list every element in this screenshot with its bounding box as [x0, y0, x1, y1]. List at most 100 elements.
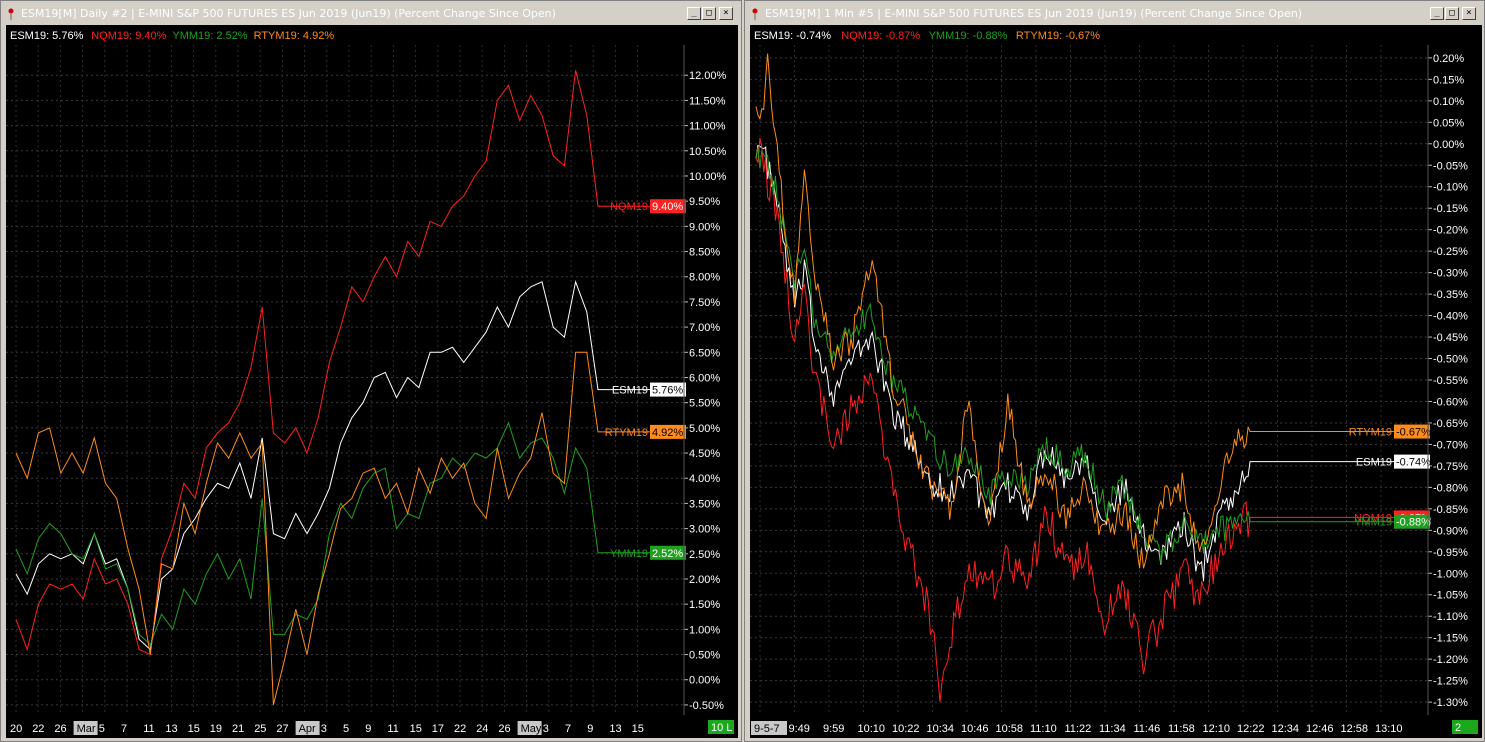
y-tick-label: 1.50%	[689, 599, 720, 611]
chart-canvas-daily[interactable]: 12.00% 11.50% 11.00% 10.50% 10.00% 9.50% 9.00%…	[6, 25, 738, 738]
series-end-name: RTYM19	[605, 427, 648, 439]
x-tick-label: May	[521, 723, 542, 735]
x-tick-label: 11	[143, 723, 154, 735]
x-tick-label: 21	[232, 723, 244, 735]
minimize-button[interactable]: _	[1430, 7, 1444, 20]
y-tick-label: 6.50%	[689, 347, 720, 359]
y-tick-label: 4.00%	[689, 473, 720, 485]
y-tick-label: 5.00%	[689, 423, 720, 435]
x-tick-label: 15	[188, 723, 200, 735]
y-tick-label: -0.95%	[1433, 547, 1468, 559]
series-end-name: ESM19	[612, 385, 648, 397]
x-tick-label: 9	[365, 723, 371, 735]
y-tick-label: 5.50%	[689, 398, 720, 410]
y-tick-label: -1.00%	[1433, 568, 1468, 580]
window-titlebar[interactable]: ESM19[M] 1 Min #5 | E-MINI S&P 500 FUTUR…	[747, 5, 1482, 23]
y-tick-label: 8.00%	[689, 272, 720, 284]
x-tick-label: 11:34	[1099, 723, 1126, 735]
y-tick-label: -0.05%	[1433, 160, 1468, 172]
x-tick-label: 11:10	[1030, 723, 1057, 735]
series-end-name: RTYM19	[1349, 427, 1392, 439]
y-tick-label: -0.20%	[1433, 225, 1468, 237]
y-tick-label: 11.00%	[689, 121, 726, 133]
close-button[interactable]: ×	[1462, 7, 1476, 20]
chart-background	[750, 25, 1482, 738]
chart-canvas-1min[interactable]: 0.20% 0.15% 0.10% 0.05% 0.00% -0.05% -0.10% -0.…	[750, 25, 1482, 738]
x-tick-label: 10:34	[927, 723, 955, 735]
y-tick-label: -0.50%	[689, 700, 724, 712]
y-tick-label: -0.90%	[1433, 525, 1468, 537]
chart-window-1min[interactable]: ESM19[M] 1 Min #5 | E-MINI S&P 500 FUTUR…	[744, 0, 1485, 742]
y-tick-label: 11.50%	[689, 95, 726, 107]
y-tick-label: 0.00%	[689, 675, 720, 687]
y-tick-label: 10.00%	[689, 171, 727, 183]
series-end-name: YMM19	[610, 548, 648, 560]
x-tick-label: 25	[254, 723, 266, 735]
y-tick-label: 9.50%	[689, 196, 720, 208]
maximize-button[interactable]: □	[1445, 7, 1459, 20]
series-value-label: -0.67%	[1396, 427, 1431, 439]
series-end-name: NQM19	[610, 201, 648, 213]
y-tick-label: -0.40%	[1433, 311, 1468, 323]
x-tick-label: 10:10	[858, 723, 886, 735]
y-tick-label: 8.50%	[689, 247, 720, 259]
y-tick-label: -0.65%	[1433, 418, 1468, 430]
y-tick-label: 9.00%	[689, 221, 720, 233]
y-tick-label: -1.30%	[1433, 697, 1468, 709]
y-tick-label: -1.10%	[1433, 611, 1468, 623]
legend-entry: ESM19: 5.76%	[10, 30, 84, 42]
y-tick-label: -0.15%	[1433, 203, 1468, 215]
legend-entry: ESM19: -0.74%	[754, 30, 831, 42]
y-tick-label: 6.00%	[689, 372, 720, 384]
x-tick-label: 22	[454, 723, 466, 735]
series-value-label: 5.76%	[652, 385, 683, 397]
x-tick-label: 13:10	[1375, 723, 1403, 735]
chart-window-daily[interactable]: ESM19[M] Daily #2 | E-MINI S&P 500 FUTUR…	[0, 0, 742, 742]
close-button[interactable]: ×	[719, 7, 733, 20]
y-tick-label: -0.85%	[1433, 504, 1468, 516]
y-tick-label: 12.00%	[689, 70, 727, 82]
x-tick-label: 24	[476, 723, 488, 735]
y-tick-label: 2.50%	[689, 549, 720, 561]
y-tick-label: 3.50%	[689, 498, 720, 510]
y-tick-label: -0.60%	[1433, 396, 1468, 408]
x-tick-label: 15	[410, 723, 422, 735]
x-tick-label: 9	[587, 723, 593, 735]
legend-entry: NQM19: -0.87%	[841, 30, 920, 42]
x-tick-label: 9:59	[823, 723, 844, 735]
y-tick-label: -0.55%	[1433, 375, 1468, 387]
x-tick-label: 3	[543, 723, 549, 735]
x-tick-label: 11:58	[1168, 723, 1195, 735]
y-tick-label: 10.50%	[689, 146, 727, 158]
x-tick-label: 7	[121, 723, 127, 735]
y-tick-label: -0.70%	[1433, 439, 1468, 451]
x-tick-label: 12:22	[1237, 723, 1265, 735]
window-titlebar[interactable]: ESM19[M] Daily #2 | E-MINI S&P 500 FUTUR…	[3, 5, 739, 23]
y-tick-label: -1.15%	[1433, 633, 1468, 645]
maximize-button[interactable]: □	[702, 7, 716, 20]
y-tick-label: 0.00%	[1433, 139, 1464, 151]
x-tick-label: 17	[432, 723, 444, 735]
x-tick-label: Mar	[77, 723, 96, 735]
window-title: ESM19[M] Daily #2 | E-MINI S&P 500 FUTUR…	[21, 7, 556, 20]
legend-entry: RTYM19: 4.92%	[254, 30, 335, 42]
chart-pin-icon	[8, 8, 14, 20]
x-tick-label: 26	[54, 723, 66, 735]
minimize-button[interactable]: _	[687, 7, 701, 20]
y-tick-label: -0.50%	[1433, 354, 1468, 366]
legend-entry: NQM19: 9.40%	[91, 30, 166, 42]
series-value-label: 4.92%	[652, 427, 683, 439]
series-value-label: -0.88%	[1396, 517, 1431, 529]
y-tick-label: 0.05%	[1433, 117, 1464, 129]
y-tick-label: 0.10%	[1433, 96, 1464, 108]
x-tick-label: 11	[387, 723, 398, 735]
chart-pin-icon	[752, 8, 758, 20]
x-tick-label: 12:34	[1272, 723, 1300, 735]
x-tick-label: 5	[343, 723, 349, 735]
y-tick-label: 0.15%	[1433, 74, 1464, 86]
x-tick-label: 22	[32, 723, 44, 735]
y-tick-label: 0.50%	[689, 650, 720, 662]
x-tick-label: 20	[10, 723, 22, 735]
x-tick-label: 7	[565, 723, 571, 735]
x-tick-label: 15	[632, 723, 644, 735]
